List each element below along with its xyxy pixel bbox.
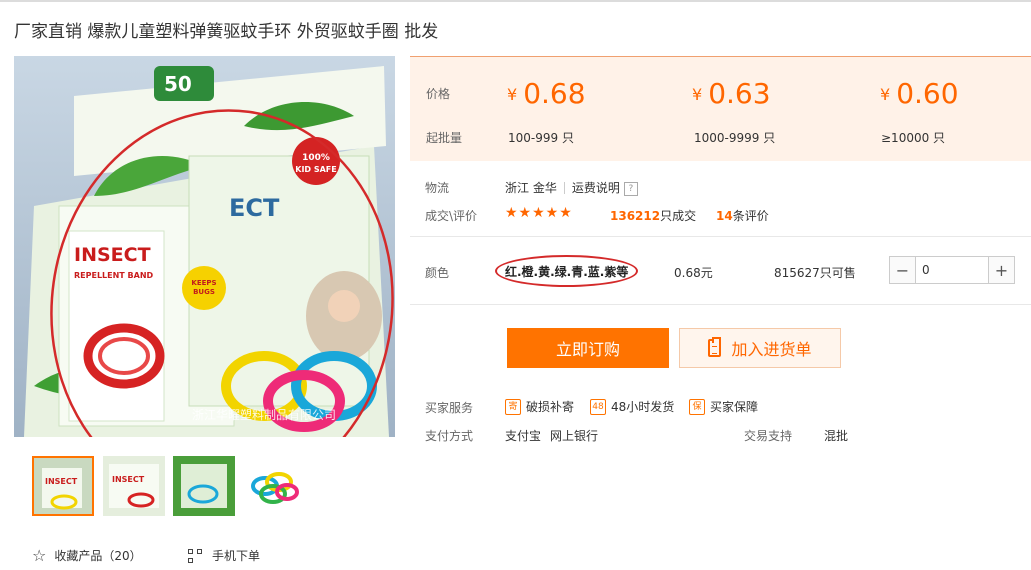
price-tier-2: ¥0.63 (692, 77, 771, 110)
svg-text:KEEPS: KEEPS (191, 279, 216, 287)
shipping-info-link[interactable]: 运费说明 (572, 181, 620, 195)
buy-now-button[interactable]: 立即订购 (507, 328, 669, 368)
shield-icon: 保 (689, 398, 705, 415)
mobile-order-link[interactable]: 手机下单 (188, 547, 260, 564)
deals-label: 成交\评价 (425, 209, 478, 223)
moq-label: 起批量 (426, 131, 463, 145)
svg-text:INSECT: INSECT (45, 477, 78, 486)
review-count-link[interactable]: 14条评价 (716, 207, 769, 224)
image-brand-text: INSECT (74, 244, 151, 266)
price-label: 价格 (426, 87, 451, 101)
top-divider (0, 0, 1031, 2)
payment-method-bank: 网上银行 (550, 429, 599, 443)
moq-tier-2: 1000-9999 只 (694, 131, 776, 145)
qr-code-icon (188, 548, 202, 563)
logistics-location: 浙江 金华 (505, 181, 557, 195)
image-count-text: 50 (164, 72, 192, 96)
trade-support-label: 交易支持 (744, 429, 793, 443)
quantity-stepper: − + (889, 256, 1015, 284)
moq-tier-1: 100-999 只 (508, 131, 574, 145)
reship-icon: 寄 (505, 398, 521, 415)
services-label: 买家服务 (425, 401, 474, 415)
mobile-order-label: 手机下单 (212, 549, 261, 563)
svg-text:KID SAFE: KID SAFE (295, 165, 336, 174)
favorite-label: 收藏产品（20） (54, 549, 142, 563)
image-watermark: 浙江华曜塑料制品有限公司 (192, 407, 336, 422)
color-option-value[interactable]: 红.橙.黄.绿.青.蓝.紫等 (505, 263, 628, 280)
help-icon[interactable]: ? (623, 182, 638, 196)
variant-price: 0.68元 (674, 266, 713, 280)
service-damage-reship[interactable]: 寄 破损补寄 (505, 398, 574, 415)
price-panel: 价格 起批量 ¥0.68 ¥0.63 ¥0.60 100-999 只 1000-… (410, 56, 1031, 161)
main-product-image[interactable]: 50 INSECT REPELLENT BAND ECT 100% KID SA… (14, 56, 395, 437)
product-title: 厂家直销 爆款儿童塑料弹簧驱蚊手环 外贸驱蚊手圈 批发 (14, 22, 439, 42)
image-sub-text: REPELLENT BAND (74, 271, 154, 280)
clipboard-icon (708, 337, 722, 357)
48h-icon: 48 (590, 398, 606, 415)
service-buyer-protection[interactable]: 保 买家保障 (689, 398, 758, 415)
moq-tier-3: ≥10000 只 (881, 131, 946, 145)
price-tier-3: ¥0.60 (880, 77, 959, 110)
quantity-input[interactable] (916, 257, 988, 283)
thumbnail-3[interactable] (173, 456, 235, 516)
thumbnail-4[interactable] (243, 456, 305, 516)
svg-text:100%: 100% (302, 153, 330, 163)
trade-support-value: 混批 (824, 429, 849, 443)
payment-method-alipay: 支付宝 (505, 429, 542, 443)
variant-stock: 815627只可售 (774, 266, 856, 280)
service-48h-ship[interactable]: 48 48小时发货 (590, 398, 674, 415)
favorite-link[interactable]: ☆ 收藏产品（20） (32, 547, 142, 564)
divider (410, 236, 1031, 237)
payment-label: 支付方式 (425, 429, 474, 443)
star-outline-icon: ☆ (32, 545, 47, 565)
color-label: 颜色 (425, 266, 450, 280)
svg-text:BUGS: BUGS (193, 288, 215, 296)
logistics-label: 物流 (425, 181, 450, 195)
logistics-value: 浙江 金华 运费说明? (505, 179, 638, 196)
svg-text:ECT: ECT (229, 194, 280, 222)
add-to-purchase-list-button[interactable]: 加入进货单 (679, 328, 841, 368)
quantity-decrease-button[interactable]: − (890, 257, 916, 283)
thumbnail-1[interactable]: INSECT (32, 456, 94, 516)
quantity-increase-button[interactable]: + (988, 257, 1014, 283)
thumbnail-2[interactable]: INSECT (103, 456, 165, 516)
rating-stars: ★★★★★ (505, 205, 573, 221)
add-to-purchase-list-label: 加入进货单 (731, 340, 812, 359)
sold-count: 136212只成交 (610, 209, 697, 223)
divider (410, 304, 1031, 305)
svg-text:INSECT: INSECT (112, 475, 145, 484)
price-tier-1: ¥0.68 (507, 77, 586, 110)
